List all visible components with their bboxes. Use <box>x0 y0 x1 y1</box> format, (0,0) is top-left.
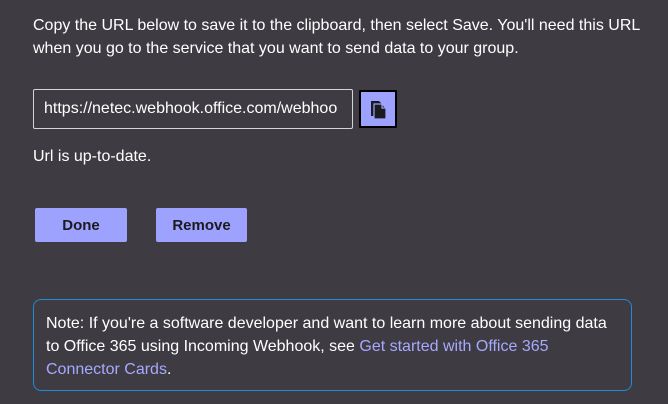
webhook-url-field[interactable] <box>33 89 353 129</box>
url-status-text: Url is up-to-date. <box>33 148 152 165</box>
instructions-text: Copy the URL below to save it to the cli… <box>33 17 640 57</box>
remove-button[interactable]: Remove <box>156 208 247 242</box>
copy-icon <box>371 101 387 120</box>
copy-url-button[interactable] <box>359 90 397 128</box>
done-button[interactable]: Done <box>35 208 127 242</box>
developer-note: Note: If you're a software developer and… <box>33 299 632 391</box>
note-suffix: . <box>166 361 172 378</box>
url-row <box>33 89 397 129</box>
